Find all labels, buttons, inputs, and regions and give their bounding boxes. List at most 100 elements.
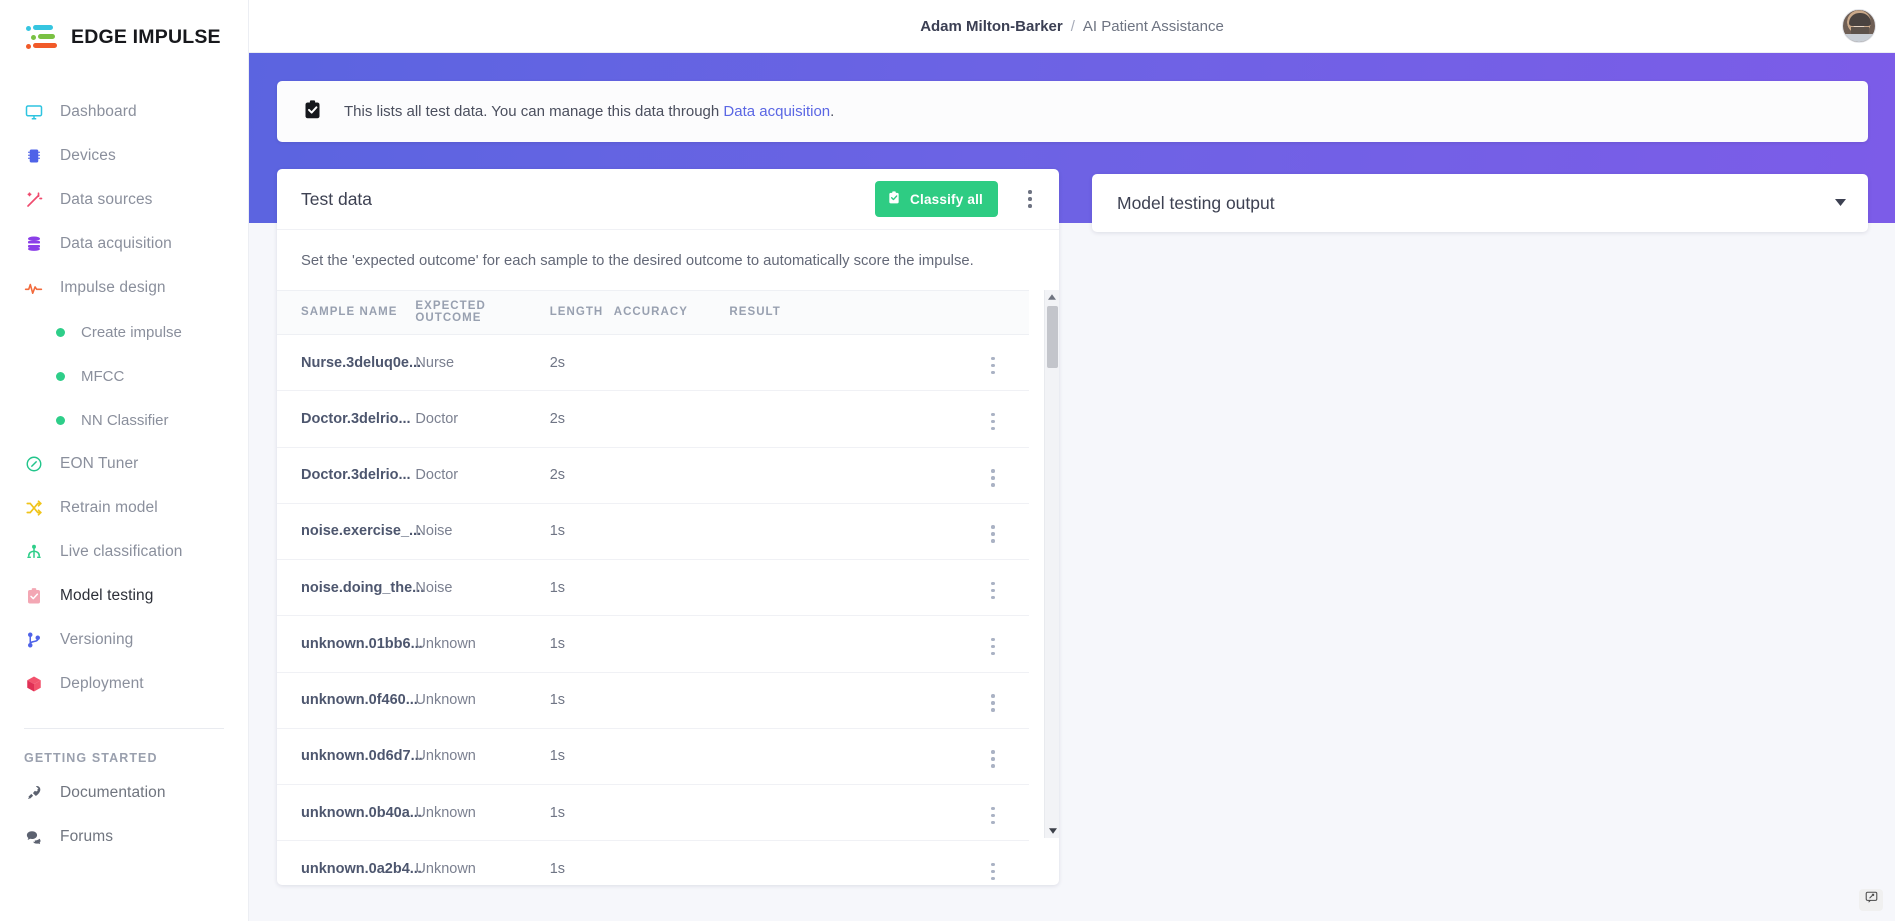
row-menu-button[interactable] — [983, 803, 1003, 827]
cell-length: 1s — [549, 559, 614, 617]
cell-expected-outcome[interactable]: Unknown — [415, 672, 550, 729]
cell-expected-outcome[interactable]: Doctor — [415, 447, 550, 504]
sidebar-item-live-classification[interactable]: Live classification — [0, 530, 248, 574]
cell-accuracy — [613, 615, 730, 673]
row-menu-button[interactable] — [983, 747, 1003, 771]
breadcrumb-project[interactable]: AI Patient Assistance — [1083, 18, 1224, 35]
test-data-table: SAMPLE NAME EXPECTED OUTCOME LENGTH ACCU… — [277, 290, 1029, 885]
banner-text-before: This lists all test data. You can manage… — [344, 103, 724, 120]
table-row[interactable]: unknown.01bb6... Unknown 1s — [277, 615, 1029, 673]
cell-expected-outcome[interactable]: Nurse — [415, 334, 550, 392]
row-menu-button[interactable] — [983, 635, 1003, 659]
cell-sample-name[interactable]: unknown.0b40a... — [277, 784, 422, 842]
cell-actions — [946, 390, 1029, 448]
cell-sample-name[interactable]: Nurse.3deluq0e... — [277, 334, 421, 392]
cell-length: 1s — [549, 784, 614, 842]
breadcrumb-separator: / — [1070, 17, 1075, 35]
scroll-up-arrow-icon[interactable] — [1045, 290, 1059, 304]
table-row[interactable]: unknown.0a2b4... Unknown 1s — [277, 840, 1029, 885]
row-menu-button[interactable] — [983, 860, 1003, 884]
table-row[interactable]: noise.exercise_... Noise 1s — [277, 503, 1029, 561]
cell-result — [729, 784, 947, 842]
cell-expected-outcome[interactable]: Unknown — [415, 840, 550, 885]
sidebar-item-nn-classifier[interactable]: NN Classifier — [0, 398, 248, 442]
row-menu-button[interactable] — [983, 410, 1003, 434]
sidebar-item-impulse-design[interactable]: Impulse design — [0, 266, 248, 310]
info-banner: This lists all test data. You can manage… — [277, 81, 1868, 142]
cell-result — [729, 390, 947, 448]
column-header-expected-outcome[interactable]: EXPECTED OUTCOME — [415, 290, 550, 335]
table-row[interactable]: unknown.0f460... Unknown 1s — [277, 672, 1029, 729]
cell-expected-outcome[interactable]: Doctor — [415, 390, 550, 448]
cell-sample-name[interactable]: Doctor.3delrio... — [277, 447, 416, 504]
logo[interactable]: EDGE IMPULSE — [0, 0, 248, 50]
dot-icon — [56, 327, 65, 337]
column-header-result[interactable]: RESULT — [729, 290, 947, 335]
breadcrumb-user[interactable]: Adam Milton-Barker — [920, 18, 1063, 35]
column-header-sample-name[interactable]: SAMPLE NAME — [277, 290, 416, 335]
cell-expected-outcome[interactable]: Noise — [415, 503, 550, 561]
cell-length: 1s — [549, 672, 614, 729]
avatar[interactable] — [1842, 9, 1876, 43]
data-acquisition-link[interactable]: Data acquisition — [723, 103, 830, 120]
sidebar-item-label: EON Tuner — [60, 455, 139, 472]
row-menu-button[interactable] — [983, 522, 1003, 546]
sidebar-item-eon-tuner[interactable]: EON Tuner — [0, 442, 248, 486]
sidebar-item-data-sources[interactable]: Data sources — [0, 178, 248, 222]
column-header-length[interactable]: LENGTH — [549, 290, 614, 335]
sidebar-item-documentation[interactable]: Documentation — [0, 771, 248, 815]
cell-sample-name[interactable]: noise.exercise_... — [277, 503, 421, 561]
sidebar-item-forums[interactable]: Forums — [0, 815, 248, 859]
row-menu-button[interactable] — [983, 353, 1003, 377]
cell-result — [729, 615, 947, 673]
sidebar-item-versioning[interactable]: Versioning — [0, 618, 248, 662]
cell-actions — [946, 672, 1029, 729]
cell-expected-outcome[interactable]: Unknown — [415, 784, 550, 842]
table-row[interactable]: unknown.0b40a... Unknown 1s — [277, 784, 1029, 842]
sidebar-item-retrain-model[interactable]: Retrain model — [0, 486, 248, 530]
table-row[interactable]: noise.doing_the... Noise 1s — [277, 559, 1029, 617]
cell-expected-outcome[interactable]: Noise — [415, 559, 550, 617]
cell-actions — [946, 615, 1029, 673]
cell-sample-name[interactable]: unknown.0a2b4... — [277, 840, 422, 885]
sidebar-item-deployment[interactable]: Deployment — [0, 662, 248, 706]
cell-sample-name[interactable]: Doctor.3delrio... — [277, 390, 416, 448]
table-row[interactable]: unknown.0d6d7... Unknown 1s — [277, 728, 1029, 786]
sidebar-item-dashboard[interactable]: Dashboard — [0, 90, 248, 134]
sidebar-item-mfcc[interactable]: MFCC — [0, 354, 248, 398]
table-row[interactable]: Doctor.3delrio... Doctor 2s — [277, 447, 1029, 504]
antenna-icon — [24, 543, 43, 562]
row-menu-button[interactable] — [983, 466, 1003, 490]
column-header-accuracy[interactable]: ACCURACY — [613, 290, 730, 335]
classify-all-button[interactable]: Classify all — [875, 181, 998, 217]
table-row[interactable]: Nurse.3deluq0e... Nurse 2s — [277, 334, 1029, 392]
sidebar-item-model-testing[interactable]: Model testing — [0, 574, 248, 618]
cell-sample-name[interactable]: noise.doing_the... — [277, 559, 424, 617]
sidebar-item-label: Versioning — [60, 631, 134, 648]
table-scrollbar[interactable] — [1044, 290, 1059, 838]
compass-icon — [24, 455, 43, 474]
sidebar-item-data-acquisition[interactable]: Data acquisition — [0, 222, 248, 266]
monitor-icon — [24, 103, 43, 122]
cell-actions — [946, 559, 1029, 617]
cell-expected-outcome[interactable]: Unknown — [415, 728, 550, 786]
cell-actions — [946, 334, 1029, 392]
sidebar-item-devices[interactable]: Devices — [0, 134, 248, 178]
sidebar-item-create-impulse[interactable]: Create impulse — [0, 310, 248, 354]
cell-actions — [946, 840, 1029, 885]
feedback-widget-button[interactable] — [1859, 889, 1883, 911]
cell-length: 1s — [549, 728, 614, 786]
table-row[interactable]: Doctor.3delrio... Doctor 2s — [277, 390, 1029, 448]
chevron-down-icon[interactable] — [1835, 197, 1846, 209]
column-header-actions — [946, 290, 1029, 335]
row-menu-button[interactable] — [983, 691, 1003, 715]
test-data-menu-button[interactable] — [1020, 187, 1040, 211]
scrollbar-thumb[interactable] — [1047, 306, 1058, 368]
row-menu-button[interactable] — [983, 578, 1003, 602]
cell-sample-name[interactable]: unknown.0d6d7... — [277, 728, 423, 786]
scroll-down-arrow-icon[interactable] — [1045, 824, 1059, 838]
cell-accuracy — [613, 784, 730, 842]
cell-sample-name[interactable]: unknown.01bb6... — [277, 615, 423, 673]
cell-sample-name[interactable]: unknown.0f460... — [277, 672, 418, 729]
cell-expected-outcome[interactable]: Unknown — [415, 615, 550, 673]
